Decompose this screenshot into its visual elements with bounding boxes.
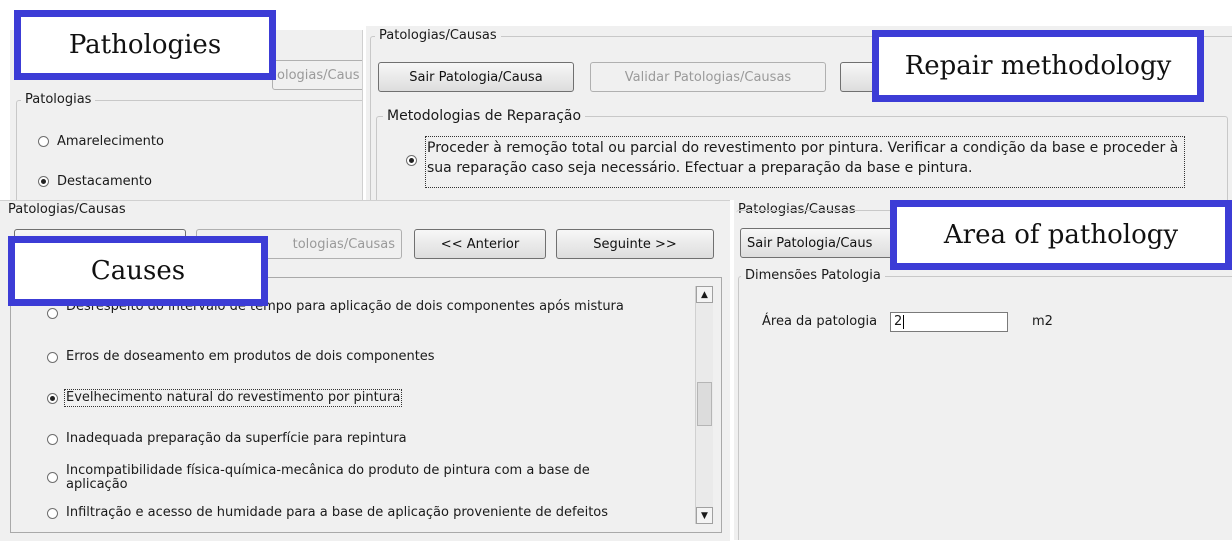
radio-button-icon <box>47 351 58 363</box>
exit-pathology-label: Sair Patologia/Causa <box>409 69 543 85</box>
validate-pathologies-causes-button[interactable]: Validar Patologias/Causas <box>590 62 826 92</box>
repair-methods-title: Metodologias de Reparação <box>383 108 586 124</box>
cause-item[interactable]: Infiltração e acesso de humidade para a … <box>47 506 687 520</box>
pathology-option-label: Destacamento <box>57 174 152 189</box>
overlay-label-area: Area of pathology <box>890 200 1232 270</box>
radio-button-checked-icon <box>38 176 49 187</box>
causes-scrollbar[interactable]: ▲ ▼ <box>695 286 713 524</box>
cause-item-label: Inadequada preparação da superfície para… <box>66 431 407 446</box>
cause-item[interactable]: Incompatibilidade física-química-mecânic… <box>47 464 647 492</box>
pathologies-group-title: Patologias <box>21 92 96 107</box>
overlay-label-text: Pathologies <box>68 30 222 60</box>
next-button[interactable]: Seguinte >> <box>556 229 714 259</box>
repair-method-option[interactable]: Proceder à remoção total ou parcial do r… <box>406 136 1186 188</box>
area-unit: m2 <box>1032 314 1053 329</box>
overlay-label-text: Area of pathology <box>943 220 1179 250</box>
area-input[interactable]: 2 <box>890 312 1008 332</box>
scrollbar-thumb[interactable] <box>697 382 712 426</box>
pathology-option-amarelecimento[interactable]: Amarelecimento <box>38 134 164 149</box>
causes-panel-title: Patologias/Causas <box>8 202 126 217</box>
pathology-option-label: Amarelecimento <box>57 134 164 149</box>
causes-list: Desrespeito do intervalo de tempo para a… <box>10 277 722 533</box>
cause-item-label: Erros de doseamento em produtos de dois … <box>66 349 435 364</box>
overlay-label-pathologies: Pathologies <box>14 10 276 80</box>
repair-panel-title: Patologias/Causas <box>375 28 501 43</box>
text-cursor <box>903 314 905 329</box>
validate-pathologies-button[interactable]: ologias/Caus <box>272 60 362 90</box>
radio-button-icon <box>38 136 49 147</box>
area-input-value: 2 <box>894 314 903 329</box>
scroll-up-arrow-icon[interactable]: ▲ <box>696 286 713 303</box>
overlay-label-text: Causes <box>90 256 186 286</box>
next-button-label: Seguinte >> <box>593 236 677 252</box>
cause-item-selected[interactable]: Evelhecimento natural do revestimento po… <box>47 389 647 407</box>
cause-item-label: Evelhecimento natural do revestimento po… <box>63 389 403 407</box>
previous-button[interactable]: << Anterior <box>414 229 546 259</box>
area-exit-button-label: Sair Patologia/Caus <box>747 235 873 251</box>
cause-item-label: Infiltração e acesso de humidade para a … <box>66 505 609 520</box>
cause-item[interactable]: Inadequada preparação da superfície para… <box>47 432 647 446</box>
pathology-option-destacamento[interactable]: Destacamento <box>38 174 152 189</box>
overlay-label-repair: Repair methodology <box>872 30 1204 102</box>
radio-button-checked-icon <box>47 392 58 404</box>
radio-button-icon <box>47 308 58 319</box>
radio-button-icon <box>47 507 58 519</box>
radio-button-icon <box>47 433 58 445</box>
area-label: Área da patologia <box>762 314 878 329</box>
validate-pathologies-label: ologias/Caus <box>277 67 360 83</box>
radio-button-checked-icon <box>406 155 417 166</box>
dimensions-group-title: Dimensões Patologia <box>741 268 885 283</box>
repair-method-text: Proceder à remoção total ou parcial do r… <box>425 136 1185 188</box>
overlay-label-causes: Causes <box>8 236 268 306</box>
validate-pathologies-causes-label: Validar Patologias/Causas <box>624 69 792 85</box>
radio-button-icon <box>47 472 58 483</box>
validate-causes-label: tologias/Causas <box>292 236 395 252</box>
area-exit-button[interactable]: Sair Patologia/Caus <box>740 228 900 258</box>
previous-button-label: << Anterior <box>440 236 520 252</box>
overlay-label-text: Repair methodology <box>904 51 1172 81</box>
cause-item-label: Incompatibilidade física-química-mecânic… <box>66 463 590 492</box>
cause-item[interactable]: Erros de doseamento em produtos de dois … <box>47 350 647 364</box>
exit-pathology-button[interactable]: Sair Patologia/Causa <box>378 62 574 92</box>
scroll-down-arrow-icon[interactable]: ▼ <box>696 507 713 524</box>
